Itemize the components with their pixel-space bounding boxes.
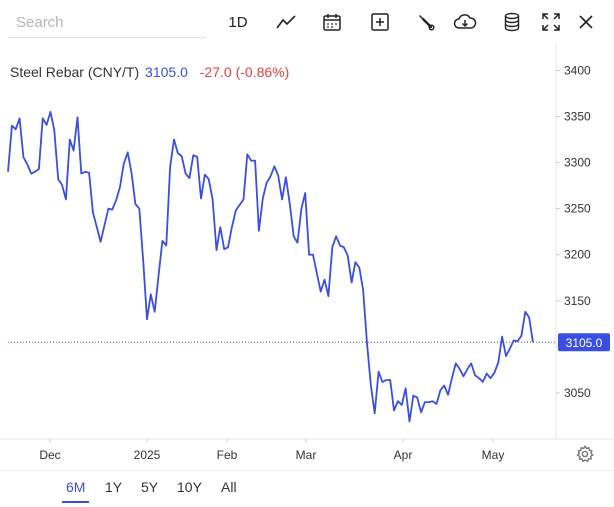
x-tick-label: Feb bbox=[217, 448, 238, 462]
x-tick-label: May bbox=[482, 448, 505, 462]
period-button[interactable]: 1D bbox=[226, 10, 250, 34]
x-tick-label: Apr bbox=[394, 448, 413, 462]
y-tick-label: 3200 bbox=[564, 248, 591, 262]
range-selector: 6M 1Y 5Y 10Y All bbox=[0, 470, 614, 507]
x-tick-label: Dec bbox=[39, 448, 60, 462]
period-label: 1D bbox=[228, 13, 248, 31]
wrench-icon[interactable] bbox=[414, 10, 438, 34]
y-tick-label: 3050 bbox=[564, 386, 591, 400]
search-input[interactable] bbox=[8, 8, 206, 38]
last-price: 3105.0 bbox=[145, 64, 188, 80]
last-price-badge-label: 3105.0 bbox=[566, 336, 603, 350]
x-tick-label: Mar bbox=[296, 448, 317, 462]
close-icon[interactable] bbox=[576, 10, 596, 34]
instrument-name: Steel Rebar (CNY/T) bbox=[10, 64, 140, 80]
range-tab-1y[interactable]: 1Y bbox=[101, 479, 126, 501]
range-tab-5y[interactable]: 5Y bbox=[137, 479, 162, 501]
price-series-line bbox=[7, 111, 534, 423]
range-tab-all[interactable]: All bbox=[217, 479, 241, 501]
price-change: -27.0 (-0.86%) bbox=[199, 64, 290, 80]
y-tick-label: 3400 bbox=[564, 63, 591, 77]
y-tick-label: 3300 bbox=[564, 156, 591, 170]
range-tab-6m[interactable]: 6M bbox=[62, 479, 90, 503]
settings-gear-icon[interactable] bbox=[575, 444, 595, 464]
fullscreen-icon[interactable] bbox=[540, 10, 562, 34]
calendar-icon[interactable] bbox=[320, 10, 344, 34]
toolbar: 1D bbox=[0, 0, 614, 44]
y-tick-label: 3250 bbox=[564, 202, 591, 216]
range-tab-10y[interactable]: 10Y bbox=[173, 479, 206, 501]
price-chart: 30503100315032003250330033503400 Dec2025… bbox=[0, 44, 614, 462]
line-chart-icon[interactable] bbox=[274, 10, 298, 34]
plus-box-icon[interactable] bbox=[368, 10, 392, 34]
x-tick-label: 2025 bbox=[134, 448, 161, 462]
database-icon[interactable] bbox=[502, 10, 522, 34]
y-tick-label: 3350 bbox=[564, 110, 591, 124]
cloud-download-icon[interactable] bbox=[452, 10, 478, 34]
chart-legend: Steel Rebar (CNY/T) 3105.0 -27.0 (-0.86%… bbox=[10, 64, 289, 80]
y-tick-label: 3150 bbox=[564, 294, 591, 308]
